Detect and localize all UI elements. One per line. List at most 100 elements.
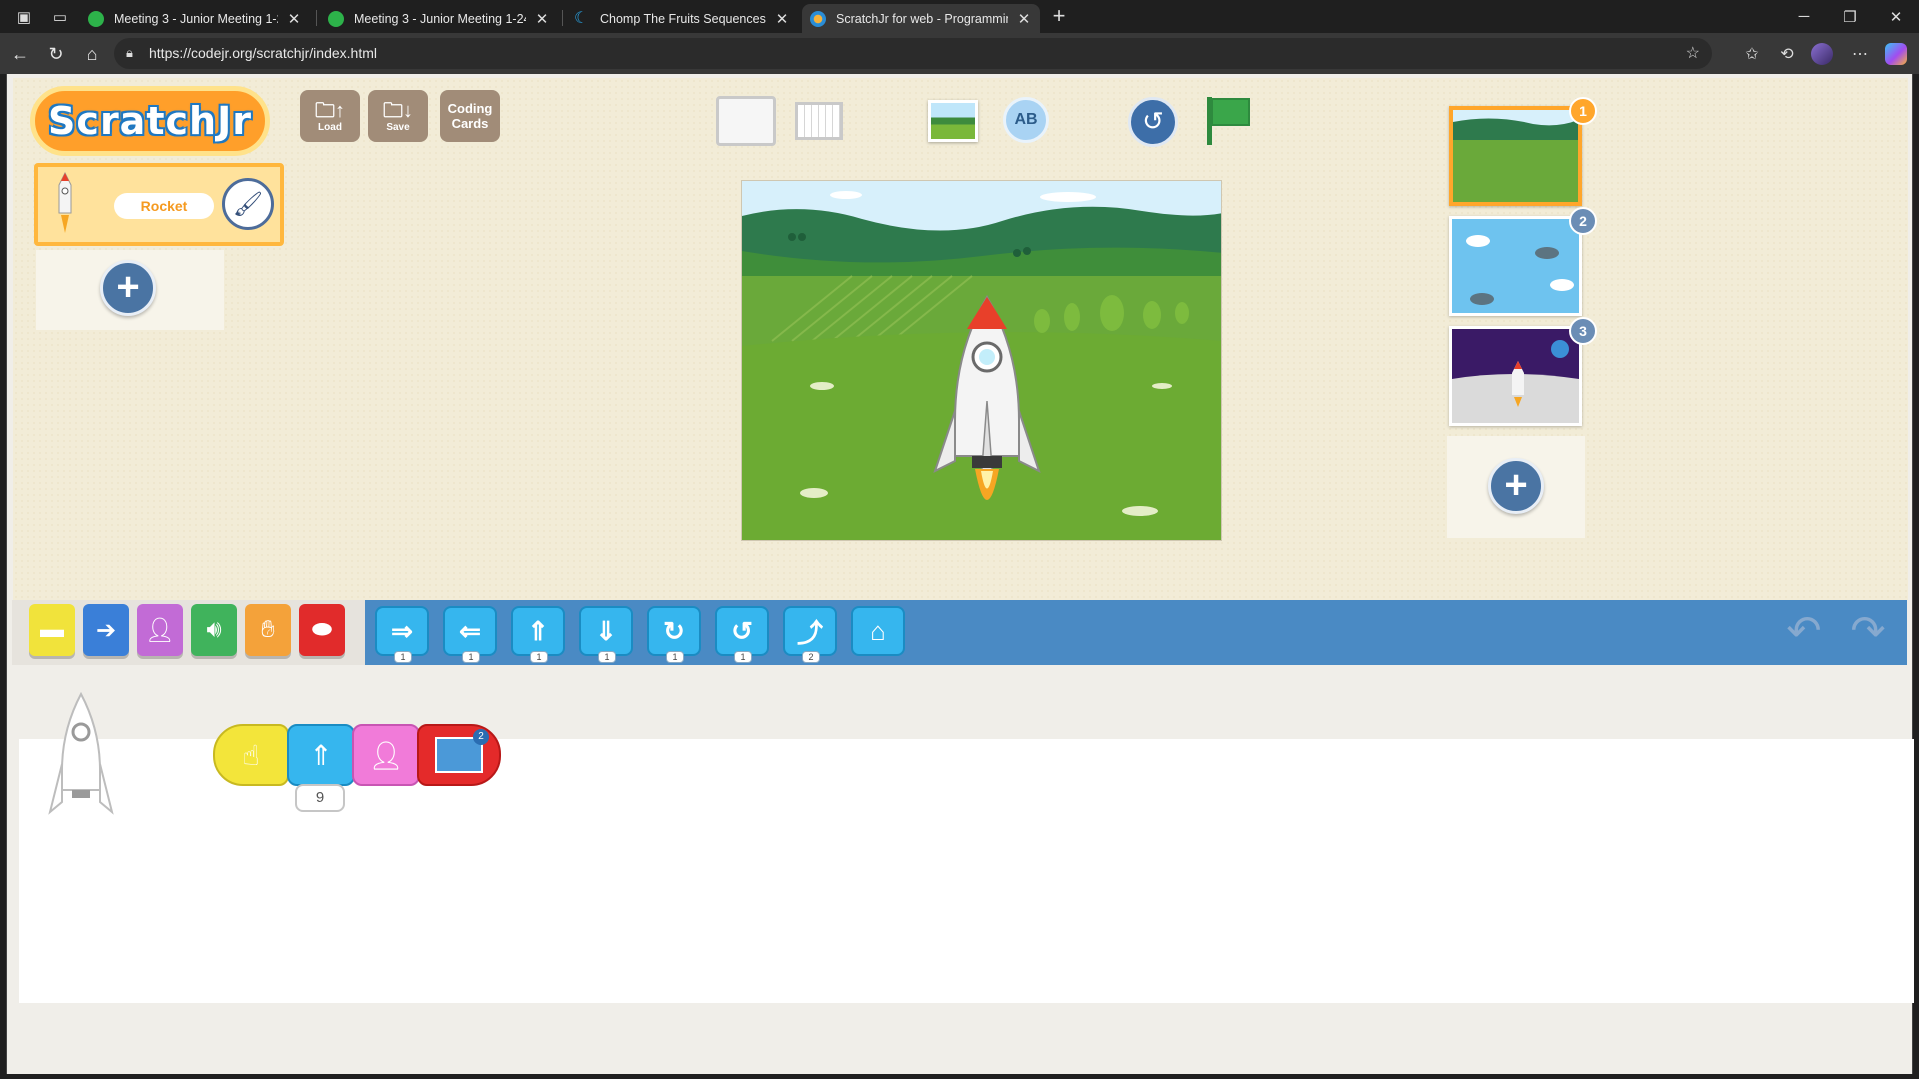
category-sound-button[interactable]: 🔊︎ [191, 604, 237, 656]
move-right-block[interactable]: ⇒ 1 [375, 606, 429, 663]
load-label: Load [318, 121, 342, 133]
workspaces-icon[interactable]: ▣ [4, 0, 44, 33]
category-motion-button[interactable]: ➔ [83, 604, 129, 656]
refresh-icon[interactable]: ↻ [42, 41, 70, 67]
block-count: 1 [394, 651, 412, 663]
more-menu-icon[interactable]: ⋯ [1846, 41, 1874, 67]
turn-right-block[interactable]: ↻ 1 [647, 606, 701, 663]
tap-hand-icon: ☝︎ [242, 739, 260, 771]
address-bar: ← ↻ ⌂ 🔒︎ https://codejr.org/scratchjr/in… [0, 33, 1919, 74]
close-window-icon[interactable]: ✕ [1873, 0, 1919, 33]
block-count: 1 [530, 651, 548, 663]
scene-thumbnail-2[interactable] [1449, 216, 1582, 316]
coding-cards-button[interactable]: Coding Cards [440, 90, 500, 142]
home-icon[interactable]: ⌂ [78, 41, 106, 67]
close-tab-icon[interactable]: ✕ [1016, 10, 1032, 28]
coding-cards-label-line1: Coding [447, 101, 493, 116]
category-control-button[interactable]: ✋︎ [245, 604, 291, 656]
move-up-block[interactable]: ⇑ 1 [511, 606, 565, 663]
save-button[interactable]: 🗀︎↓ Save [368, 90, 428, 142]
block-count: 1 [666, 651, 684, 663]
turn-left-icon: ↺ [731, 615, 753, 646]
tab-separator [562, 10, 563, 26]
scratchjr-logo[interactable]: ScratchJr [30, 86, 270, 156]
minimize-icon[interactable]: ─ [1781, 0, 1827, 33]
favorite-star-icon[interactable]: ☆ [1686, 43, 1700, 63]
move-up-count-input[interactable]: 9 [295, 784, 345, 812]
scene-thumbnail-3[interactable] [1449, 326, 1582, 426]
script-hide-block[interactable]: 👤︎ [352, 724, 420, 786]
profile-avatar[interactable] [1811, 43, 1833, 65]
tab-title: Chomp The Fruits Sequences | Ea [600, 11, 766, 26]
reset-characters-icon[interactable]: ↺ [1128, 97, 1178, 147]
copilot-icon[interactable] [1885, 43, 1907, 65]
go-home-icon: ⌂ [870, 615, 886, 646]
scene-number-badge: 2 [1569, 207, 1597, 235]
url-field[interactable]: 🔒︎ https://codejr.org/scratchjr/index.ht… [114, 38, 1712, 69]
redo-icon[interactable]: ↷ [1843, 606, 1893, 656]
person-icon: 👤︎ [144, 616, 176, 644]
block-count: 2 [802, 651, 820, 663]
arrow-right-icon: ➔ [95, 616, 117, 644]
back-icon[interactable]: ← [6, 41, 34, 67]
move-down-icon: ⇓ [595, 615, 617, 646]
go-home-block[interactable]: ⌂ [851, 606, 905, 656]
tab-title: ScratchJr for web - Programming [836, 11, 1008, 26]
browser-tab-3[interactable]: ☾ Chomp The Fruits Sequences | Ea ✕ [566, 4, 798, 33]
script-move-up-block[interactable]: ⇑ [287, 724, 355, 786]
favorites-icon[interactable]: ✩ [1738, 41, 1766, 67]
tab-title: Meeting 3 - Junior Meeting 1-24 [354, 11, 526, 26]
move-right-icon: ⇒ [391, 615, 413, 646]
tab-separator [316, 10, 317, 26]
start-on-tap-block[interactable]: ☝︎ [213, 724, 289, 786]
new-tab-button[interactable]: + [1048, 3, 1070, 29]
close-tab-icon[interactable]: ✕ [286, 10, 302, 28]
fullscreen-icon[interactable] [716, 96, 776, 146]
move-left-block[interactable]: ⇐ 1 [443, 606, 497, 663]
sprite-card-rocket[interactable]: Rocket 🖌︎ [34, 163, 284, 246]
logo-text: ScratchJr [48, 99, 252, 143]
folder-load-icon: 🗀︎↑ [315, 99, 345, 122]
add-sprite-button[interactable]: + [100, 260, 156, 316]
sprite-name-label: Rocket [114, 193, 214, 219]
page-number-badge: 2 [473, 729, 489, 745]
browser-tab-4[interactable]: ScratchJr for web - Programming ✕ [802, 4, 1040, 33]
history-icon[interactable]: ⟲ [1773, 41, 1801, 67]
hop-block[interactable]: ⤴ 2 [783, 606, 837, 663]
scene-1-preview [1453, 110, 1578, 202]
browser-tab-bar: ▣ ▭ Meeting 3 - Junior Meeting 1-24 ✕ Me… [0, 0, 1919, 33]
load-button[interactable]: 🗀︎↑ Load [300, 90, 360, 142]
tab-favicon-icon [328, 10, 344, 27]
tab-actions-icon[interactable]: ▭ [40, 0, 80, 33]
rocket-sprite[interactable] [927, 291, 1047, 531]
add-scene-button[interactable]: + [1488, 458, 1544, 514]
scene-thumbnail-1[interactable] [1449, 106, 1582, 206]
category-triggering-button[interactable]: ▬ [29, 604, 75, 656]
close-tab-icon[interactable]: ✕ [774, 10, 790, 28]
scene-3-preview [1452, 329, 1579, 423]
green-flag-icon[interactable] [1205, 95, 1251, 147]
close-tab-icon[interactable]: ✕ [534, 10, 550, 28]
paint-editor-brush-icon[interactable]: 🖌︎ [222, 178, 274, 230]
go-to-page-block[interactable]: 2 [417, 724, 501, 786]
move-up-icon: ⇑ [309, 739, 333, 771]
change-background-icon[interactable] [928, 100, 978, 142]
speech-bubble-icon: ▬ [40, 616, 64, 643]
stage[interactable] [741, 180, 1222, 541]
lock-icon: 🔒︎ [126, 45, 133, 60]
browser-tab-2[interactable]: Meeting 3 - Junior Meeting 1-24 ✕ [320, 4, 558, 33]
add-text-icon[interactable]: AB [1003, 97, 1049, 143]
category-end-button[interactable]: ⬬ [299, 604, 345, 656]
undo-icon[interactable]: ↶ [1779, 606, 1829, 656]
block-count: 1 [734, 651, 752, 663]
turn-left-block[interactable]: ↺ 1 [715, 606, 769, 663]
category-looks-button[interactable]: 👤︎ [137, 604, 183, 656]
scene-2-preview [1452, 219, 1579, 313]
grid-toggle-icon[interactable] [795, 102, 843, 140]
move-left-icon: ⇐ [459, 615, 481, 646]
tab-favicon-icon [88, 10, 104, 27]
restore-icon[interactable]: ❐ [1827, 0, 1873, 33]
browser-tab-1[interactable]: Meeting 3 - Junior Meeting 1-24 ✕ [80, 4, 310, 33]
move-down-block[interactable]: ⇓ 1 [579, 606, 633, 663]
move-up-icon: ⇑ [527, 615, 549, 646]
